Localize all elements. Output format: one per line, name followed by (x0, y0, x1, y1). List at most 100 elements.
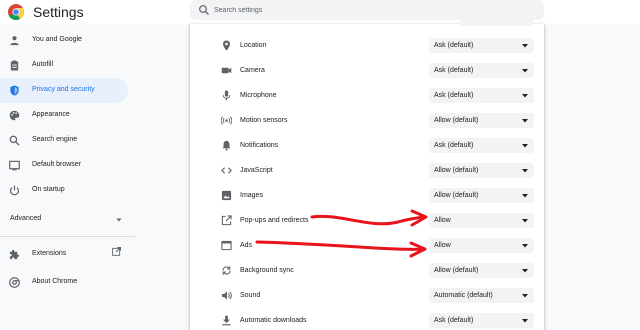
search-box[interactable] (190, 0, 544, 20)
dropdown-value: Ask (default) (434, 317, 474, 324)
sidebar-item-label: Privacy and security (32, 86, 95, 93)
sidebar-item-about-chrome[interactable]: About Chrome (0, 270, 128, 295)
location-pin-icon (223, 40, 230, 51)
page-title: Settings (33, 4, 84, 20)
permission-label: Images (240, 192, 263, 199)
permission-row-camera: Camera Ask (default) (190, 58, 544, 83)
sidebar-item-label: On startup (32, 186, 65, 193)
permission-row-automatic-downloads: Automatic downloads Ask (default) (190, 308, 544, 330)
dropdown-value: Ask (default) (434, 67, 474, 74)
clipboard-icon (10, 60, 19, 71)
puzzle-icon (9, 249, 20, 260)
caret-down-icon (522, 69, 528, 73)
sidebar-item-label: Search engine (32, 136, 78, 143)
caret-down-icon (522, 144, 528, 148)
sidebar-item-default-browser[interactable]: Default browser (0, 153, 128, 178)
permission-label: Sound (240, 292, 261, 299)
sidebar-item-on-startup[interactable]: On startup (0, 178, 128, 203)
search-input[interactable] (214, 2, 534, 18)
dropdown-value: Allow (434, 217, 451, 224)
permission-dropdown[interactable]: Allow (default) (429, 113, 534, 128)
permission-dropdown[interactable]: Automatic (default) (429, 288, 534, 303)
permission-dropdown[interactable]: Allow (429, 213, 534, 228)
sidebar-divider (0, 236, 135, 237)
sync-icon (222, 266, 231, 275)
permission-label: Automatic downloads (240, 317, 307, 324)
caret-down-icon (522, 119, 528, 123)
sidebar-item-search-engine[interactable]: Search engine (0, 128, 128, 153)
search-icon (199, 5, 209, 15)
browser-icon (9, 160, 20, 171)
dropdown-value: Allow (default) (434, 167, 479, 174)
sidebar-item-privacy-and-security[interactable]: Privacy and security (0, 78, 128, 103)
permission-row-microphone: Microphone Ask (default) (190, 83, 544, 108)
permission-dropdown[interactable]: Allow (429, 238, 534, 253)
sidebar-item-label: Appearance (32, 111, 70, 118)
permission-dropdown[interactable]: Ask (default) (429, 88, 534, 103)
permission-dropdown[interactable]: Ask (default) (429, 138, 534, 153)
advanced-toggle[interactable]: Advanced (10, 215, 122, 227)
download-icon (222, 315, 231, 326)
microphone-icon (222, 90, 231, 101)
permission-dropdown[interactable]: Ask (default) (429, 38, 534, 53)
permission-dropdown[interactable]: Ask (default) (429, 63, 534, 78)
caret-down-icon (522, 44, 528, 48)
caret-down-icon (522, 244, 528, 248)
open-in-new-icon[interactable] (112, 247, 121, 256)
caret-down-icon (116, 218, 122, 222)
sidebar-item-label: About Chrome (32, 278, 78, 285)
code-icon (221, 167, 232, 174)
sidebar: You and Google Autofill Privacy and secu… (0, 28, 135, 203)
caret-down-icon (522, 194, 528, 198)
permission-row-popups-and-redirects: Pop-ups and redirects Allow (190, 208, 544, 233)
bell-icon (222, 140, 231, 151)
person-icon (10, 36, 19, 46)
advanced-label: Advanced (10, 215, 42, 222)
sidebar-bottom: Extensions About Chrome (0, 242, 135, 295)
permission-dropdown[interactable]: Allow (default) (429, 263, 534, 278)
caret-down-icon (522, 269, 528, 273)
dropdown-value: Ask (default) (434, 42, 474, 49)
permission-label: Camera (240, 67, 265, 74)
caret-down-icon (522, 169, 528, 173)
permission-label: Notifications (240, 142, 279, 149)
camera-icon (221, 67, 232, 74)
motion-sensor-icon (221, 116, 232, 125)
caret-down-icon (522, 219, 528, 223)
sidebar-item-label: Default browser (32, 161, 82, 168)
permission-dropdown[interactable]: Allow (default) (429, 163, 534, 178)
power-icon (9, 185, 20, 196)
dropdown-value: Automatic (default) (434, 292, 493, 299)
sidebar-item-you-and-google[interactable]: You and Google (0, 28, 128, 53)
sidebar-item-appearance[interactable]: Appearance (0, 103, 128, 128)
dropdown-partial[interactable] (460, 18, 534, 26)
sidebar-item-autofill[interactable]: Autofill (0, 53, 128, 78)
dropdown-value: Allow (434, 242, 451, 249)
permission-dropdown[interactable]: Allow (default) (429, 188, 534, 203)
caret-down-icon (522, 94, 528, 98)
sidebar-item-label: Extensions (32, 250, 67, 257)
permission-row-notifications: Notifications Ask (default) (190, 133, 544, 158)
sidebar-item-extensions[interactable]: Extensions (0, 242, 128, 267)
external-link-icon (221, 215, 232, 226)
permission-label: Microphone (240, 92, 277, 99)
permission-row-location: Location Ask (default) (190, 33, 544, 58)
permission-label: Motion sensors (240, 117, 288, 124)
dropdown-value: Allow (default) (434, 267, 479, 274)
permission-row-background-sync: Background sync Allow (default) (190, 258, 544, 283)
permission-dropdown[interactable]: Ask (default) (429, 313, 534, 328)
caret-down-icon (522, 294, 528, 298)
sidebar-item-label: Autofill (32, 61, 54, 68)
chrome-icon (9, 277, 20, 288)
dropdown-value: Ask (default) (434, 92, 474, 99)
top-bar: Settings (0, 0, 640, 24)
dropdown-value: Allow (default) (434, 117, 479, 124)
chrome-logo-icon (8, 4, 24, 20)
permission-row-javascript: JavaScript Allow (default) (190, 158, 544, 183)
search-icon (9, 135, 20, 146)
caret-down-icon (522, 319, 528, 323)
dropdown-value: Ask (default) (434, 142, 474, 149)
permission-row-ads: Ads Allow (190, 233, 544, 258)
speaker-icon (221, 291, 232, 300)
window-icon (221, 240, 232, 251)
